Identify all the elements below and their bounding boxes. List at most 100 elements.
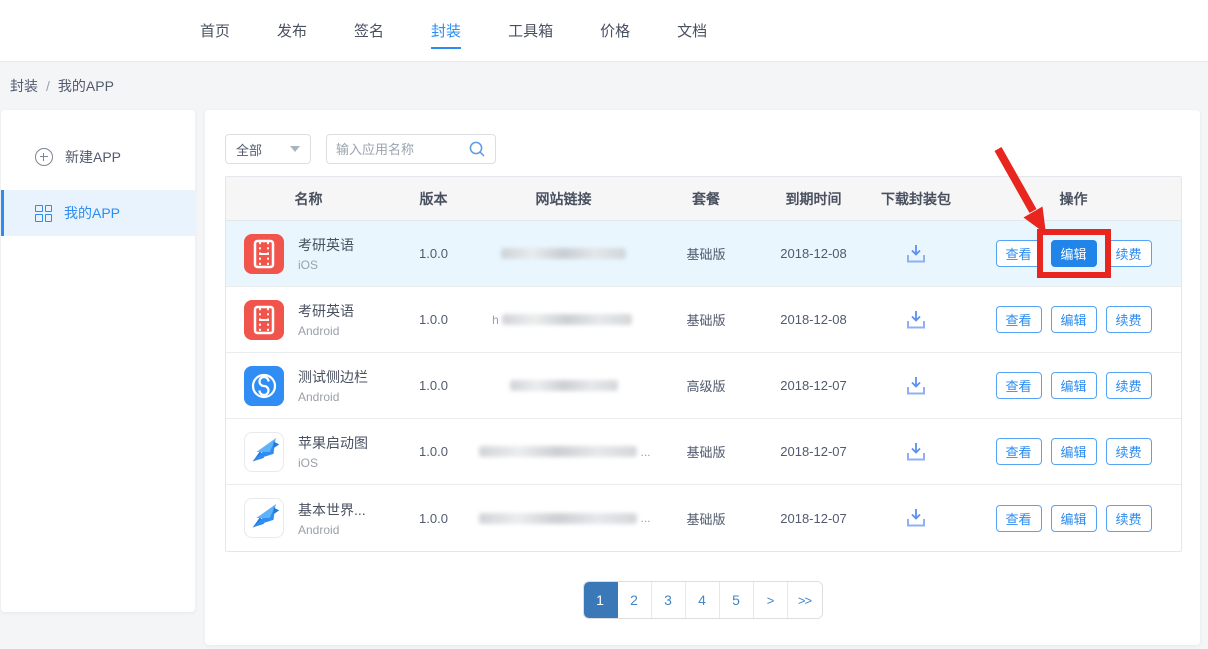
view-button[interactable]: 查看: [996, 306, 1042, 333]
app-platform: iOS: [298, 258, 354, 272]
app-platform: Android: [298, 523, 366, 537]
page-button-4[interactable]: 4: [686, 582, 720, 618]
renew-button[interactable]: 续费: [1106, 306, 1152, 333]
sidebar-item-label: 新建APP: [65, 147, 121, 167]
pagination: 1 2 3 4 5 > >>: [583, 581, 823, 619]
download-icon: [904, 243, 928, 265]
app-plan: 基础版: [651, 509, 761, 528]
blurred-url: [510, 380, 618, 391]
nav-item-docs[interactable]: 文档: [677, 14, 707, 55]
renew-button[interactable]: 续费: [1106, 438, 1152, 465]
expiry-date: 2018-12-07: [761, 511, 866, 526]
top-nav: 首页 发布 签名 封装 工具箱 价格 文档: [0, 0, 1208, 62]
url-suffix: ...: [640, 445, 650, 459]
page-button-2[interactable]: 2: [618, 582, 652, 618]
film-app-icon: [244, 234, 284, 274]
nav-item-price[interactable]: 价格: [600, 14, 630, 55]
filter-select[interactable]: 全部: [225, 134, 311, 164]
view-button[interactable]: 查看: [996, 372, 1042, 399]
app-version: 1.0.0: [391, 444, 476, 459]
app-name: 测试侧边栏: [298, 367, 368, 387]
col-header-actions: 操作: [966, 189, 1181, 209]
expiry-date: 2018-12-08: [761, 246, 866, 261]
edit-button[interactable]: 编辑: [1051, 306, 1097, 333]
edit-button[interactable]: 编辑: [1051, 372, 1097, 399]
app-plan: 基础版: [651, 442, 761, 461]
app-version: 1.0.0: [391, 246, 476, 261]
page-button-1[interactable]: 1: [584, 582, 618, 618]
blurred-url: [479, 446, 637, 457]
grid-icon: [35, 205, 52, 222]
last-page-button[interactable]: >>: [788, 582, 822, 618]
edit-button[interactable]: 编辑: [1051, 240, 1097, 267]
table-row: 测试侧边栏 Android 1.0.0 高级版 2018-12-07: [226, 353, 1181, 419]
download-package-button[interactable]: [866, 309, 966, 331]
page-button-5[interactable]: 5: [720, 582, 754, 618]
nav-item-home[interactable]: 首页: [200, 14, 230, 55]
app-version: 1.0.0: [391, 312, 476, 327]
list-toolbar: 全部: [225, 134, 496, 164]
renew-button[interactable]: 续费: [1106, 240, 1152, 267]
plus-circle-icon: [35, 148, 53, 166]
expiry-date: 2018-12-08: [761, 312, 866, 327]
app-platform: Android: [298, 324, 354, 338]
url-prefix: h: [492, 313, 499, 327]
col-header-url: 网站链接: [476, 189, 651, 209]
app-name: 基本世界...: [298, 500, 366, 520]
view-button[interactable]: 查看: [996, 438, 1042, 465]
app-plan: 高级版: [651, 376, 761, 395]
page-button-3[interactable]: 3: [652, 582, 686, 618]
renew-button[interactable]: 续费: [1106, 505, 1152, 532]
sidebar-item-new-app[interactable]: 新建APP: [1, 134, 195, 180]
nav-item-toolbox[interactable]: 工具箱: [508, 14, 553, 55]
table-row: 考研英语 Android 1.0.0 h 基础版 2018-12-08: [226, 287, 1181, 353]
download-package-button[interactable]: [866, 507, 966, 529]
main-panel: 全部 名称 版本 网站链接 套餐 到期时间 下载封装包 操作: [205, 110, 1200, 645]
bird-app-icon: [244, 498, 284, 538]
app-platform: Android: [298, 390, 368, 404]
search-icon[interactable]: [468, 140, 486, 158]
download-package-button[interactable]: [866, 375, 966, 397]
app-plan: 基础版: [651, 310, 761, 329]
table-row: 考研英语 iOS 1.0.0 基础版 2018-12-08 查看: [226, 221, 1181, 287]
col-header-name: 名称: [226, 189, 391, 209]
expiry-date: 2018-12-07: [761, 378, 866, 393]
download-package-button[interactable]: [866, 243, 966, 265]
app-version: 1.0.0: [391, 511, 476, 526]
download-package-button[interactable]: [866, 441, 966, 463]
col-header-version: 版本: [391, 189, 476, 209]
sidebar: 新建APP 我的APP: [1, 110, 195, 612]
nav-item-sign[interactable]: 签名: [354, 14, 384, 55]
bird-app-icon: [244, 432, 284, 472]
edit-button[interactable]: 编辑: [1051, 505, 1097, 532]
nav-item-package[interactable]: 封装: [431, 14, 461, 55]
breadcrumb-section[interactable]: 封装: [10, 76, 38, 96]
expiry-date: 2018-12-07: [761, 444, 866, 459]
renew-button[interactable]: 续费: [1106, 372, 1152, 399]
col-header-expiry: 到期时间: [761, 189, 866, 209]
app-name: 苹果启动图: [298, 433, 368, 453]
sidebar-item-my-apps[interactable]: 我的APP: [1, 190, 195, 236]
edit-button[interactable]: 编辑: [1051, 438, 1097, 465]
download-icon: [904, 309, 928, 331]
breadcrumb-separator: /: [46, 78, 50, 94]
chevron-down-icon: [290, 146, 300, 152]
nav-item-publish[interactable]: 发布: [277, 14, 307, 55]
view-button[interactable]: 查看: [996, 505, 1042, 532]
view-button[interactable]: 查看: [996, 240, 1042, 267]
download-icon: [904, 375, 928, 397]
app-plan: 基础版: [651, 244, 761, 263]
s-circle-app-icon: [244, 366, 284, 406]
blurred-url: [501, 248, 626, 259]
next-page-button[interactable]: >: [754, 582, 788, 618]
search-input[interactable]: [336, 142, 468, 157]
annotated-edit-area: 编辑: [1051, 240, 1097, 267]
table-header-row: 名称 版本 网站链接 套餐 到期时间 下载封装包 操作: [226, 177, 1181, 221]
search-box: [326, 134, 496, 164]
sidebar-item-label: 我的APP: [64, 203, 120, 223]
film-app-icon: [244, 300, 284, 340]
table-row: 基本世界... Android 1.0.0 ... 基础版 2018-12-07: [226, 485, 1181, 551]
blurred-url: [502, 314, 632, 325]
col-header-plan: 套餐: [651, 189, 761, 209]
table-row: 苹果启动图 iOS 1.0.0 ... 基础版 2018-12-07 查: [226, 419, 1181, 485]
